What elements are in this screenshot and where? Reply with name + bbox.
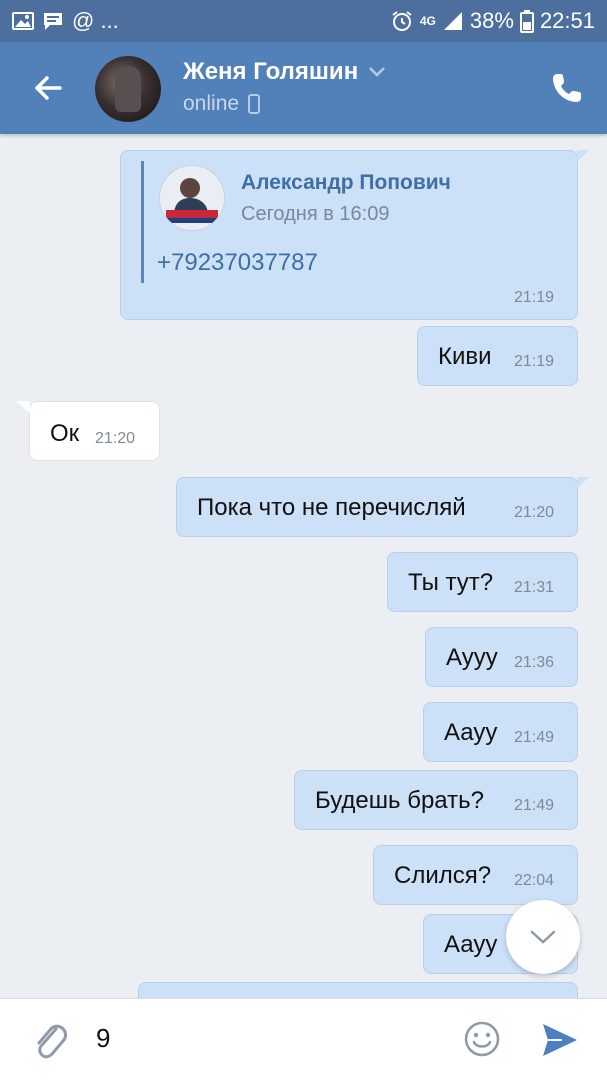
forwarded-author-avatar[interactable] — [159, 165, 225, 231]
status-bar: @ ... 4G 38% 22:51 — [0, 0, 607, 42]
battery-icon — [519, 10, 534, 33]
message-time: 21:20 — [514, 504, 555, 521]
message-text: Ок — [50, 420, 80, 447]
chat-header: Женя Голяшин online — [0, 42, 607, 134]
forwarded-message[interactable]: Александр Попович Сегодня в 16:09 +79237… — [120, 150, 589, 320]
contact-name-row[interactable]: Женя Голяшин — [183, 58, 386, 86]
signal-icon — [443, 12, 462, 30]
message-bubble-partial[interactable] — [138, 982, 578, 998]
smiley-icon[interactable] — [463, 1020, 501, 1058]
message-text: Аауу — [444, 719, 498, 746]
status-bar-left: @ ... — [12, 8, 119, 34]
forwarded-author[interactable]: Александр Попович — [241, 171, 451, 195]
alarm-icon — [392, 11, 412, 31]
clock: 22:51 — [539, 8, 595, 33]
message-bubble[interactable]: Киви 21:19 — [417, 326, 578, 386]
message-time: 21:49 — [514, 797, 555, 814]
mobile-icon — [248, 94, 261, 114]
message-bubble[interactable]: Аауу 21:49 — [423, 702, 578, 762]
message-time: 21:19 — [514, 353, 555, 370]
message-bubble[interactable]: Аууу 21:36 — [425, 627, 578, 687]
contact-name: Женя Голяшин — [183, 58, 359, 85]
bubble-tail — [577, 477, 589, 489]
message-bubble[interactable]: Ок 21:20 — [16, 401, 160, 461]
message-list[interactable]: Александр Попович Сегодня в 16:09 +79237… — [0, 134, 607, 998]
contact-status: online — [183, 92, 240, 115]
paperclip-icon[interactable] — [30, 1019, 70, 1063]
notification-text: @ ... — [72, 8, 119, 33]
message-input[interactable]: 9 — [96, 1023, 110, 1054]
author-photo — [160, 166, 224, 230]
message-text: Аууу — [446, 644, 498, 671]
network-type: 4G — [419, 14, 436, 28]
image-icon — [12, 12, 34, 30]
bubble-tail — [577, 150, 589, 162]
message-text: Пока что не перечисляй — [197, 494, 466, 521]
forwarded-phone[interactable]: +79237037787 — [157, 249, 318, 277]
message-time: 21:20 — [95, 430, 136, 447]
chevron-down-icon — [369, 67, 386, 77]
scroll-down-button[interactable] — [506, 900, 580, 974]
message-bubble[interactable]: Пока что не перечисляй 21:20 — [176, 477, 589, 537]
message-text: Аауу — [444, 931, 498, 958]
message-time: 21:19 — [514, 289, 555, 306]
forward-bar — [141, 161, 144, 283]
avatar-figure — [115, 66, 141, 112]
message-text: Будешь брать? — [315, 787, 484, 814]
message-text: Ты тут? — [408, 569, 494, 596]
message-time: 21:49 — [514, 729, 555, 746]
message-text: Слился? — [394, 862, 492, 889]
message-bubble[interactable]: Слился? 22:04 — [373, 845, 578, 905]
message-bubble[interactable]: Ты тут? 21:31 — [387, 552, 578, 612]
message-time: 22:04 — [514, 872, 555, 889]
status-bar-right: 4G 38% 22:51 — [390, 8, 595, 34]
arrow-left-icon[interactable] — [28, 68, 68, 108]
bubble-tail — [16, 401, 30, 413]
message-bubble[interactable]: Будешь брать? 21:49 — [294, 770, 578, 830]
battery-percent: 38% — [469, 8, 514, 33]
composer: 9 — [0, 998, 607, 1081]
chevron-down-icon — [530, 930, 556, 944]
message-time: 21:36 — [514, 654, 555, 671]
message-text: Киви — [438, 343, 492, 370]
message-icon — [44, 13, 62, 30]
forwarded-date: Сегодня в 16:09 — [241, 203, 390, 225]
message-time: 21:31 — [514, 579, 555, 596]
send-icon[interactable] — [540, 1021, 580, 1059]
avatar[interactable] — [95, 56, 161, 122]
phone-icon[interactable] — [549, 70, 585, 106]
contact-status-row: online — [183, 92, 261, 116]
